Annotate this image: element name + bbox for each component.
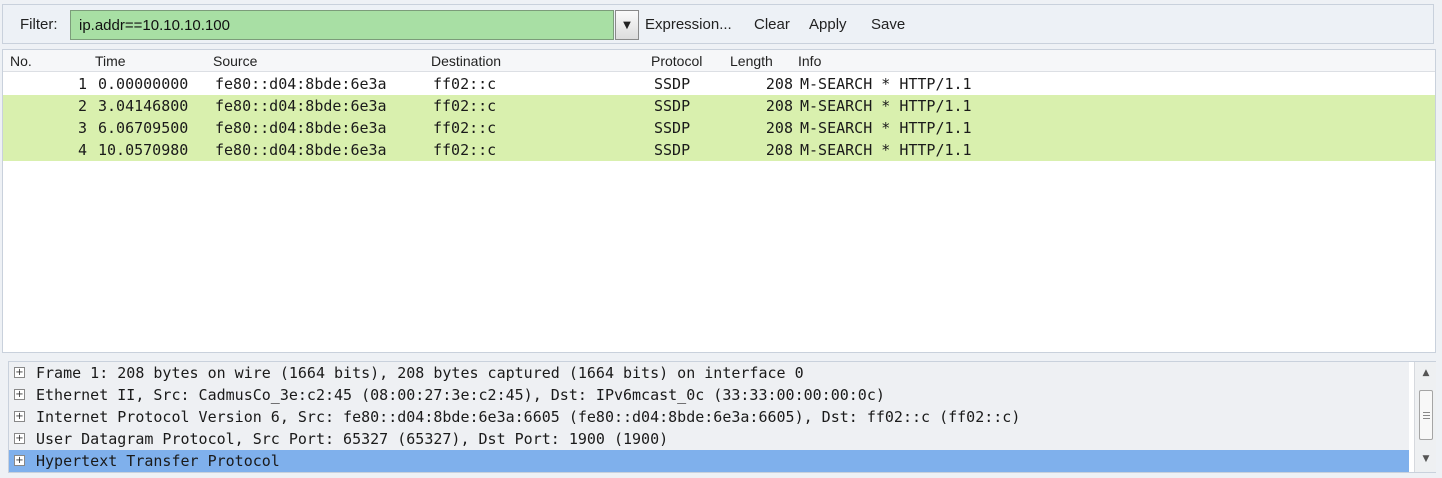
details-scrollbar[interactable]: ▲ ▼ [1414, 362, 1436, 472]
packet-length: 208 [765, 141, 793, 159]
tree-item-ipv6[interactable]: + Internet Protocol Version 6, Src: fe80… [9, 406, 1409, 428]
tree-item-label: Hypertext Transfer Protocol [36, 452, 280, 470]
packet-info: M-SEARCH * HTTP/1.1 [800, 97, 972, 115]
column-header-no[interactable]: No. [10, 53, 32, 69]
packet-source: fe80::d04:8bde:6e3a [215, 97, 387, 115]
tree-item-ethernet[interactable]: + Ethernet II, Src: CadmusCo_3e:c2:45 (0… [9, 384, 1409, 406]
packet-info: M-SEARCH * HTTP/1.1 [800, 75, 972, 93]
grip-line [1423, 412, 1430, 413]
packet-source: fe80::d04:8bde:6e3a [215, 119, 387, 137]
tree-item-label: Ethernet II, Src: CadmusCo_3e:c2:45 (08:… [36, 386, 885, 404]
expand-plus-icon[interactable]: + [14, 455, 25, 466]
packet-destination: ff02::c [433, 97, 497, 115]
column-header-info[interactable]: Info [798, 53, 821, 69]
packet-destination: ff02::c [433, 141, 497, 159]
packet-row[interactable]: 1 0.00000000 fe80::d04:8bde:6e3a ff02::c… [3, 73, 1435, 95]
expression-button[interactable]: Expression... [645, 16, 732, 33]
packet-protocol: SSDP [654, 119, 691, 137]
filter-history-dropdown-button[interactable]: ▼ [615, 10, 639, 40]
display-filter-input[interactable] [70, 10, 614, 40]
packet-destination: ff02::c [433, 119, 497, 137]
packet-no: 3 [77, 119, 87, 137]
packet-source: fe80::d04:8bde:6e3a [215, 75, 387, 93]
tree-item-http[interactable]: + Hypertext Transfer Protocol [9, 450, 1409, 472]
packet-length: 208 [765, 75, 793, 93]
packet-info: M-SEARCH * HTTP/1.1 [800, 141, 972, 159]
packet-info: M-SEARCH * HTTP/1.1 [800, 119, 972, 137]
expand-plus-icon[interactable]: + [14, 433, 25, 444]
clear-button[interactable]: Clear [754, 16, 790, 33]
filter-label: Filter: [20, 16, 58, 33]
packet-protocol: SSDP [654, 75, 691, 93]
packet-row[interactable]: 3 6.06709500 fe80::d04:8bde:6e3a ff02::c… [3, 117, 1435, 139]
expand-plus-icon[interactable]: + [14, 411, 25, 422]
packet-row[interactable]: 2 3.04146800 fe80::d04:8bde:6e3a ff02::c… [3, 95, 1435, 117]
expand-plus-icon[interactable]: + [14, 367, 25, 378]
packet-details-pane: + Frame 1: 208 bytes on wire (1664 bits)… [8, 361, 1436, 473]
packet-no: 4 [77, 141, 87, 159]
packet-protocol: SSDP [654, 97, 691, 115]
chevron-down-icon: ▼ [623, 19, 631, 31]
column-header-destination[interactable]: Destination [431, 53, 501, 69]
packet-time: 6.06709500 [98, 119, 189, 137]
packet-no: 2 [77, 97, 87, 115]
packet-destination: ff02::c [433, 75, 497, 93]
packet-row[interactable]: 4 10.0570980 fe80::d04:8bde:6e3a ff02::c… [3, 139, 1435, 161]
column-header-source[interactable]: Source [213, 53, 257, 69]
grip-line [1423, 415, 1430, 416]
column-header-time[interactable]: Time [95, 53, 126, 69]
column-header-bar: No. Time Source Destination Protocol Len… [3, 50, 1435, 72]
scroll-down-arrow-icon[interactable]: ▼ [1419, 452, 1433, 466]
grip-line [1423, 418, 1430, 419]
packet-source: fe80::d04:8bde:6e3a [215, 141, 387, 159]
column-header-length[interactable]: Length [730, 53, 773, 69]
expand-plus-icon[interactable]: + [14, 389, 25, 400]
filter-toolbar: Filter: ▼ Expression... Clear Apply Save [2, 4, 1434, 44]
scroll-thumb[interactable] [1419, 390, 1433, 440]
save-button[interactable]: Save [871, 16, 905, 33]
tree-item-label: Frame 1: 208 bytes on wire (1664 bits), … [36, 364, 804, 382]
scroll-up-arrow-icon[interactable]: ▲ [1419, 366, 1433, 380]
tree-item-label: User Datagram Protocol, Src Port: 65327 … [36, 430, 669, 448]
packet-length: 208 [765, 119, 793, 137]
packet-time: 3.04146800 [98, 97, 189, 115]
packet-time: 10.0570980 [98, 141, 189, 159]
apply-button[interactable]: Apply [809, 16, 847, 33]
tree-item-frame[interactable]: + Frame 1: 208 bytes on wire (1664 bits)… [9, 362, 1409, 384]
packet-protocol: SSDP [654, 141, 691, 159]
tree-item-udp[interactable]: + User Datagram Protocol, Src Port: 6532… [9, 428, 1409, 450]
packet-time: 0.00000000 [98, 75, 189, 93]
column-header-protocol[interactable]: Protocol [651, 53, 702, 69]
packet-no: 1 [77, 75, 87, 93]
packet-length: 208 [765, 97, 793, 115]
tree-item-label: Internet Protocol Version 6, Src: fe80::… [36, 408, 1021, 426]
packet-list-pane: No. Time Source Destination Protocol Len… [2, 49, 1436, 353]
